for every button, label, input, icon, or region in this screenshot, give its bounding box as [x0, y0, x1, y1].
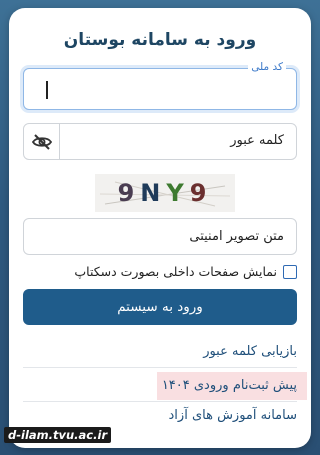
desktop-view-label: نمایش صفحات داخلی بصورت دسکتاپ	[74, 264, 277, 279]
password-input[interactable]: کلمه عبور	[23, 123, 297, 160]
captcha-input[interactable]: متن تصویر امنیتی	[23, 218, 297, 255]
login-card: ورود به سامانه بوستان کد ملی کلمه عبور 9…	[9, 8, 311, 448]
divider	[23, 401, 297, 402]
captcha-char: Y	[166, 179, 190, 207]
captcha-char: 9	[189, 179, 213, 207]
pre-registration-link[interactable]: پیش ثبت‌نام ورودی ۱۴۰۴	[157, 372, 307, 400]
captcha-text: 9NY9	[118, 179, 213, 207]
captcha-image: 9NY9	[95, 174, 235, 212]
text-cursor	[46, 81, 48, 99]
password-placeholder: کلمه عبور	[230, 133, 284, 148]
free-education-link[interactable]: سامانه آموزش های آزاد	[169, 408, 297, 423]
site-watermark: d-ilam.tvu.ac.ir	[4, 427, 112, 443]
desktop-view-option[interactable]: نمایش صفحات داخلی بصورت دسکتاپ	[74, 264, 297, 279]
national-code-input[interactable]: کد ملی	[23, 61, 297, 110]
captcha-placeholder: متن تصویر امنیتی	[189, 229, 284, 244]
desktop-view-checkbox[interactable]	[283, 264, 297, 279]
captcha-char: N	[140, 179, 167, 207]
eye-slash-icon[interactable]	[24, 124, 60, 159]
divider	[23, 367, 297, 368]
captcha-char: 9	[117, 179, 141, 207]
page-title: ورود به سامانه بوستان	[63, 30, 257, 50]
login-button[interactable]: ورود به سیستم	[23, 289, 297, 325]
recover-password-link[interactable]: بازیابی کلمه عبور	[203, 344, 297, 359]
national-code-label: کد ملی	[248, 61, 286, 73]
